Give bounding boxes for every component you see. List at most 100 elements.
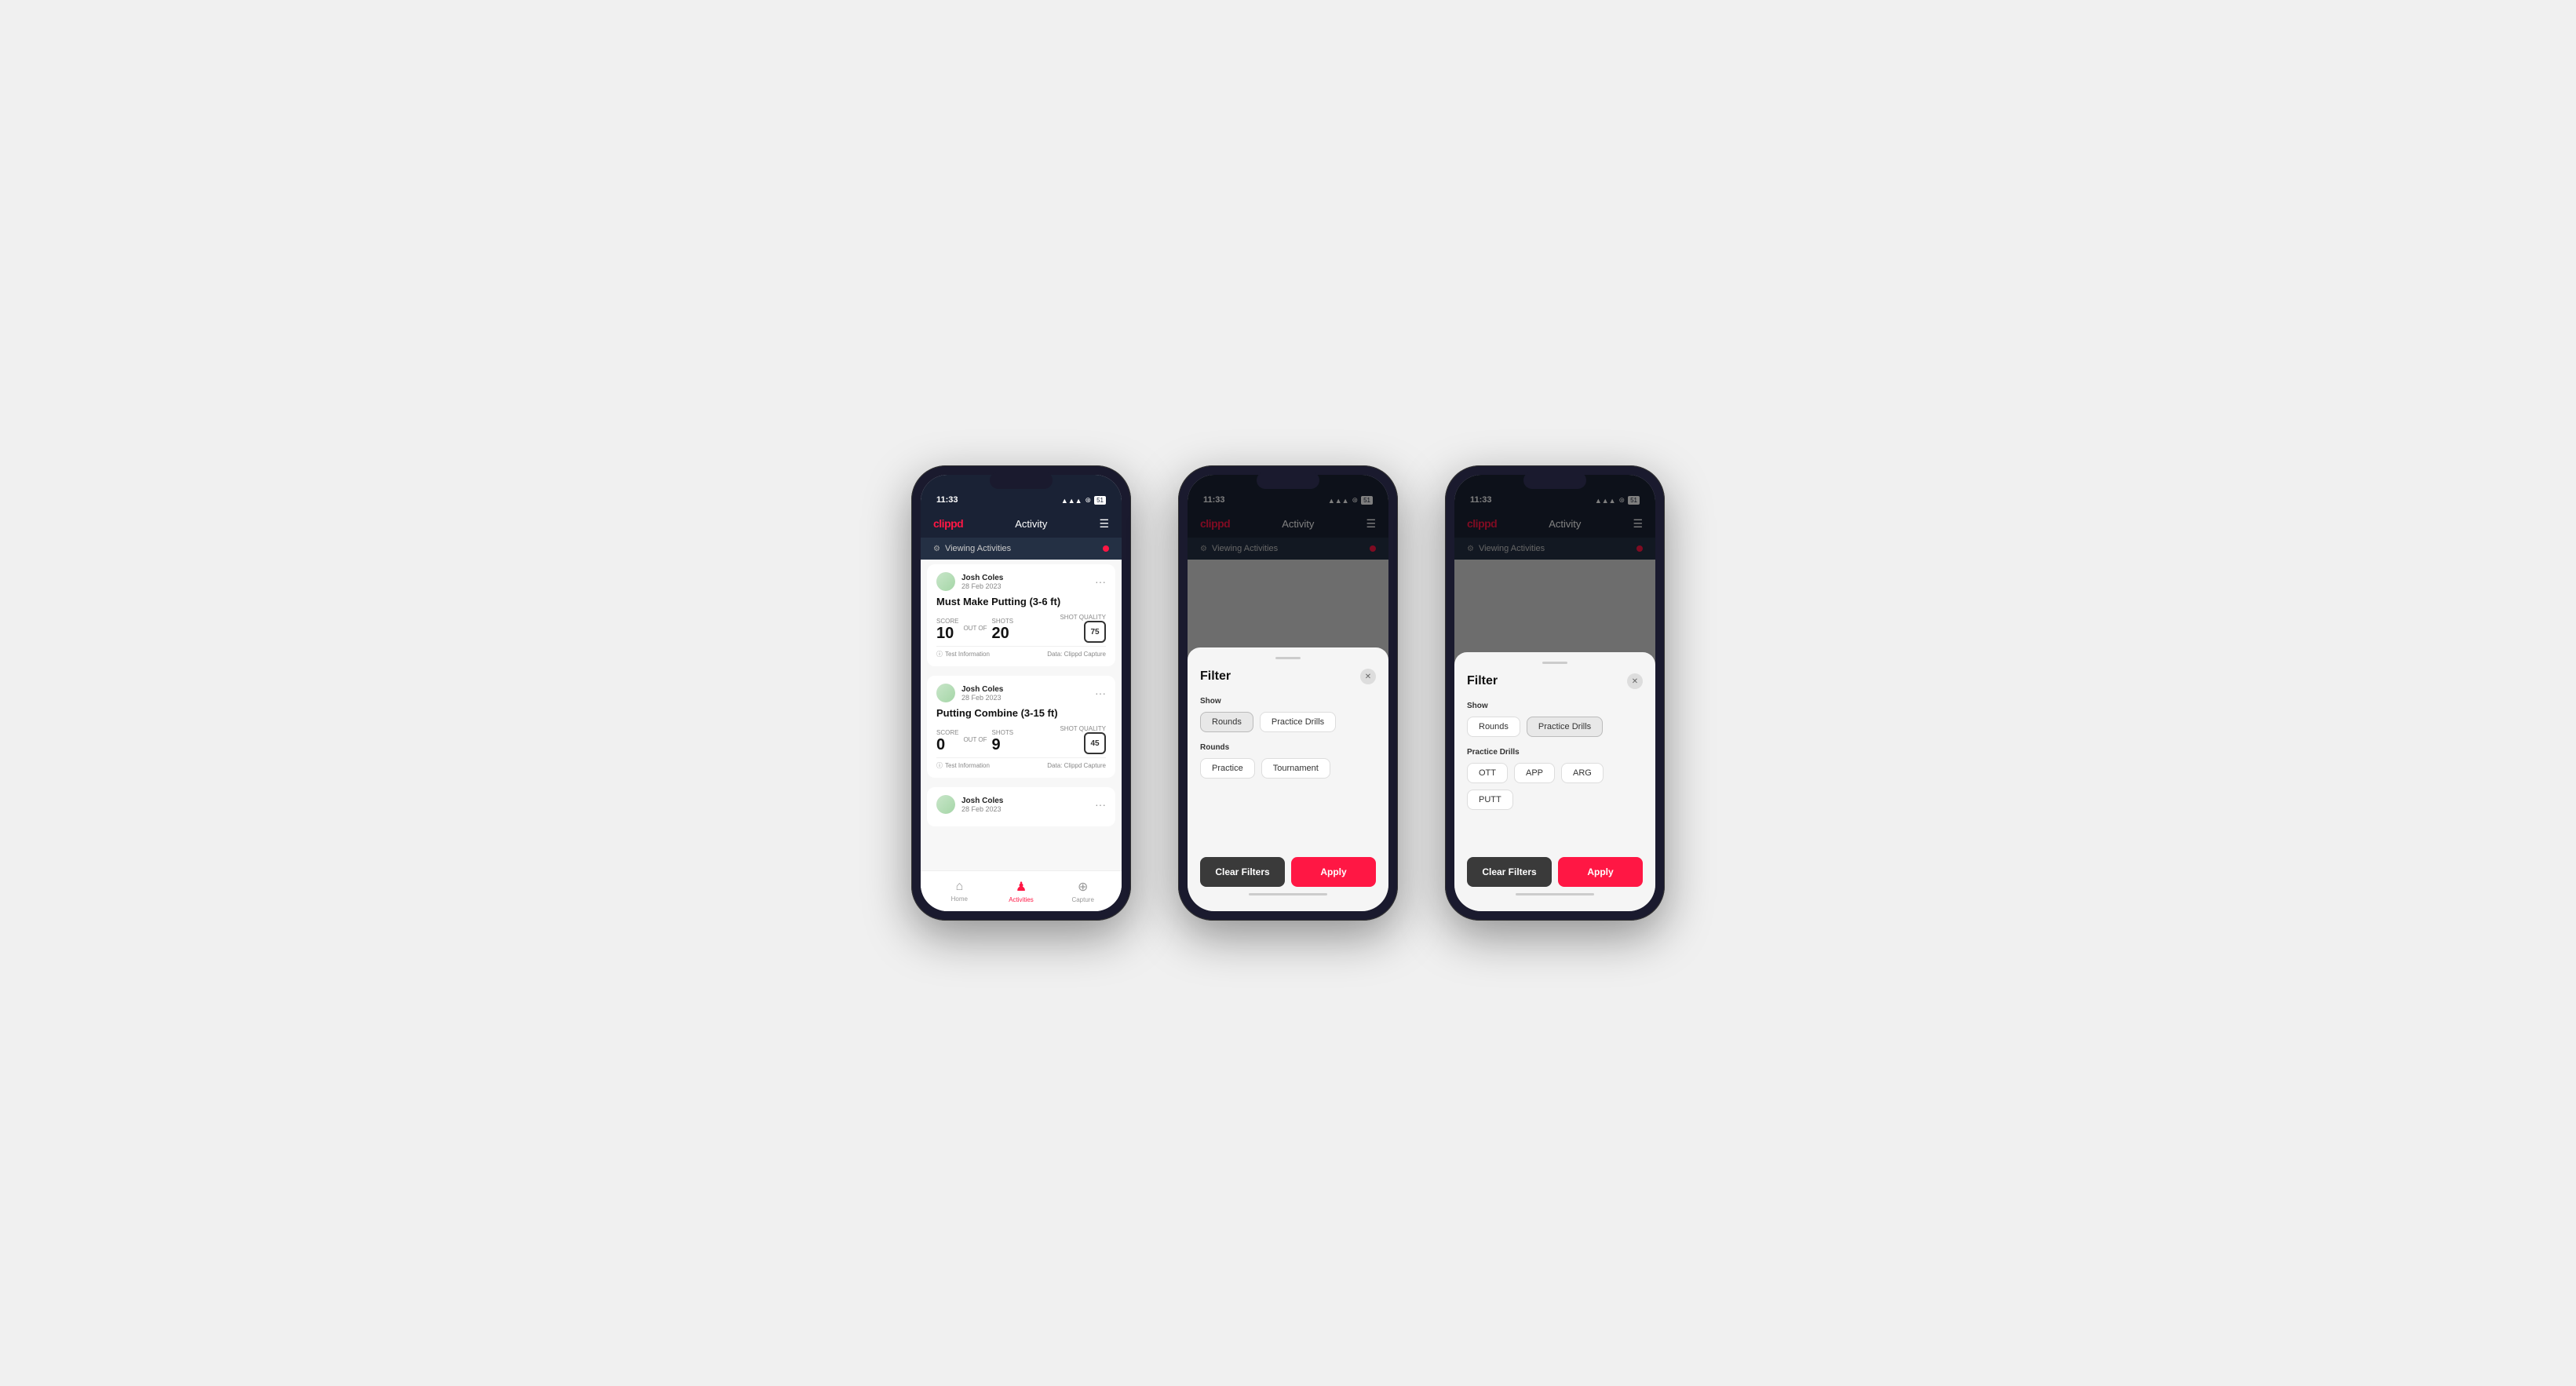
stats-row-1: Score 10 OUT OF Shots 20 Shot Quality 75	[936, 614, 1106, 643]
chip-practice-drills-3[interactable]: Practice Drills	[1527, 717, 1603, 737]
score-value-2: 0	[936, 736, 958, 754]
modal-handle-2	[1275, 657, 1301, 659]
shots-group-2: Shots 9	[992, 729, 1014, 754]
nav-bar-1: clippd Activity ☰	[921, 509, 1122, 538]
more-icon-3[interactable]: ···	[1095, 798, 1106, 811]
close-button-3[interactable]: ✕	[1627, 673, 1643, 689]
tab-bar-1: ⌂ Home ♟ Activities ⊕ Capture	[921, 870, 1122, 911]
score-label-2: Score	[936, 729, 958, 736]
avatar-2	[936, 684, 955, 702]
card-header-3: Josh Coles 28 Feb 2023 ···	[936, 795, 1106, 814]
app-logo-1: clippd	[933, 517, 963, 530]
chip-rounds-3[interactable]: Rounds	[1467, 717, 1520, 737]
more-icon-2[interactable]: ···	[1095, 687, 1106, 699]
clear-filters-3[interactable]: Clear Filters	[1467, 857, 1552, 887]
tab-home[interactable]: ⌂ Home	[929, 880, 991, 903]
modal-sheet-2: Filter ✕ Show Rounds Practice Drills Rou…	[1188, 647, 1388, 911]
avatar-1	[936, 572, 955, 591]
score-group-1: Score 10	[936, 618, 958, 643]
modal-backdrop-3[interactable]	[1454, 475, 1655, 652]
username-3: Josh Coles	[961, 797, 1095, 805]
score-group-2: Score 0	[936, 729, 958, 754]
activity-card-2[interactable]: Josh Coles 28 Feb 2023 ··· Putting Combi…	[927, 676, 1115, 778]
chip-rounds-2[interactable]: Rounds	[1200, 712, 1253, 732]
modal-sheet-3: Filter ✕ Show Rounds Practice Drills Pra…	[1454, 652, 1655, 911]
modal-actions-2: Clear Filters Apply	[1200, 857, 1376, 887]
more-icon-1[interactable]: ···	[1095, 575, 1106, 588]
wifi-icon: ⊛	[1085, 496, 1092, 505]
chip-practice-drills-2[interactable]: Practice Drills	[1260, 712, 1336, 732]
show-label-3: Show	[1467, 702, 1643, 710]
date-3: 28 Feb 2023	[961, 805, 1095, 813]
avatar-3	[936, 795, 955, 814]
quality-badge-1: 75	[1084, 621, 1106, 643]
drills-chips-3: OTT APP ARG PUTT	[1467, 763, 1643, 810]
tab-capture-label: Capture	[1071, 896, 1093, 903]
chip-arg-3[interactable]: ARG	[1561, 763, 1604, 783]
footer-left-2: ⓘ Test Information	[936, 761, 990, 770]
info-icon-1: ⓘ	[936, 650, 943, 658]
quality-group-2: Shot Quality 45	[1060, 725, 1106, 754]
signal-icon: ▲▲▲	[1061, 497, 1082, 505]
tab-activities[interactable]: ♟ Activities	[991, 879, 1053, 903]
card-title-2: Putting Combine (3-15 ft)	[936, 707, 1106, 719]
nav-title-1: Activity	[1015, 518, 1047, 530]
phone-2: 11:33 ▲▲▲ ⊛ 51 clippd Activity ☰ ⚙ Viewi…	[1178, 465, 1398, 921]
chip-app-3[interactable]: APP	[1514, 763, 1555, 783]
chip-ott-3[interactable]: OTT	[1467, 763, 1508, 783]
clear-filters-2[interactable]: Clear Filters	[1200, 857, 1285, 887]
card-header-2: Josh Coles 28 Feb 2023 ···	[936, 684, 1106, 702]
capture-icon: ⊕	[1078, 879, 1088, 895]
shots-label-1: Shots	[992, 618, 1014, 625]
phone-3: 11:33 ▲▲▲ ⊛ 51 clippd Activity ☰ ⚙ Viewi…	[1445, 465, 1665, 921]
footer-right-1: Data: Clippd Capture	[1047, 651, 1106, 658]
username-2: Josh Coles	[961, 685, 1095, 694]
modal-backdrop-2[interactable]	[1188, 475, 1388, 647]
test-info-1: Test Information	[945, 651, 990, 658]
modal-handle-3	[1542, 662, 1567, 664]
drills-label-3: Practice Drills	[1467, 748, 1643, 757]
chip-putt-3[interactable]: PUTT	[1467, 790, 1513, 810]
shots-value-2: 9	[992, 736, 1014, 754]
activity-card-1[interactable]: Josh Coles 28 Feb 2023 ··· Must Make Put…	[927, 564, 1115, 666]
chip-tournament-2[interactable]: Tournament	[1261, 758, 1330, 779]
quality-group-1: Shot Quality 75	[1060, 614, 1106, 643]
username-1: Josh Coles	[961, 574, 1095, 582]
tab-activities-label: Activities	[1009, 896, 1034, 903]
close-button-2[interactable]: ✕	[1360, 669, 1376, 684]
apply-button-2[interactable]: Apply	[1291, 857, 1376, 887]
tab-capture[interactable]: ⊕ Capture	[1052, 879, 1114, 903]
card-footer-1: ⓘ Test Information Data: Clippd Capture	[936, 646, 1106, 658]
modal-header-2: Filter ✕	[1200, 669, 1376, 684]
phones-container: 11:33 ▲▲▲ ⊛ 51 clippd Activity ☰ ⚙ Viewi…	[911, 465, 1665, 921]
filter-modal-2: Filter ✕ Show Rounds Practice Drills Rou…	[1188, 475, 1388, 911]
show-chips-3: Rounds Practice Drills	[1467, 717, 1643, 737]
activities-icon: ♟	[1016, 879, 1027, 895]
modal-header-3: Filter ✕	[1467, 673, 1643, 689]
stats-row-2: Score 0 OUT OF Shots 9 Shot Quality 45	[936, 725, 1106, 754]
quality-label-2: Shot Quality	[1060, 725, 1106, 732]
footer-right-2: Data: Clippd Capture	[1047, 762, 1106, 769]
phone-3-screen: 11:33 ▲▲▲ ⊛ 51 clippd Activity ☰ ⚙ Viewi…	[1454, 475, 1655, 911]
card-footer-2: ⓘ Test Information Data: Clippd Capture	[936, 757, 1106, 770]
activity-card-3[interactable]: Josh Coles 28 Feb 2023 ···	[927, 787, 1115, 826]
chip-practice-2[interactable]: Practice	[1200, 758, 1255, 779]
menu-icon-1[interactable]: ☰	[1099, 517, 1109, 531]
home-icon: ⌂	[956, 880, 964, 894]
phone-1-screen: 11:33 ▲▲▲ ⊛ 51 clippd Activity ☰ ⚙ Viewi…	[921, 475, 1122, 911]
dynamic-island-1	[990, 472, 1053, 489]
viewing-bar-1[interactable]: ⚙ Viewing Activities	[921, 538, 1122, 560]
quality-badge-2: 45	[1084, 732, 1106, 754]
out-of-2: OUT OF	[963, 736, 987, 743]
footer-left-1: ⓘ Test Information	[936, 650, 990, 658]
filter-title-3: Filter	[1467, 674, 1498, 688]
score-label-1: Score	[936, 618, 958, 625]
shots-label-2: Shots	[992, 729, 1014, 736]
show-chips-2: Rounds Practice Drills	[1200, 712, 1376, 732]
user-info-3: Josh Coles 28 Feb 2023	[961, 797, 1095, 813]
card-header-1: Josh Coles 28 Feb 2023 ···	[936, 572, 1106, 591]
modal-actions-3: Clear Filters Apply	[1467, 857, 1643, 887]
apply-button-3[interactable]: Apply	[1558, 857, 1643, 887]
rounds-label-2: Rounds	[1200, 743, 1376, 752]
filter-modal-3: Filter ✕ Show Rounds Practice Drills Pra…	[1454, 475, 1655, 911]
